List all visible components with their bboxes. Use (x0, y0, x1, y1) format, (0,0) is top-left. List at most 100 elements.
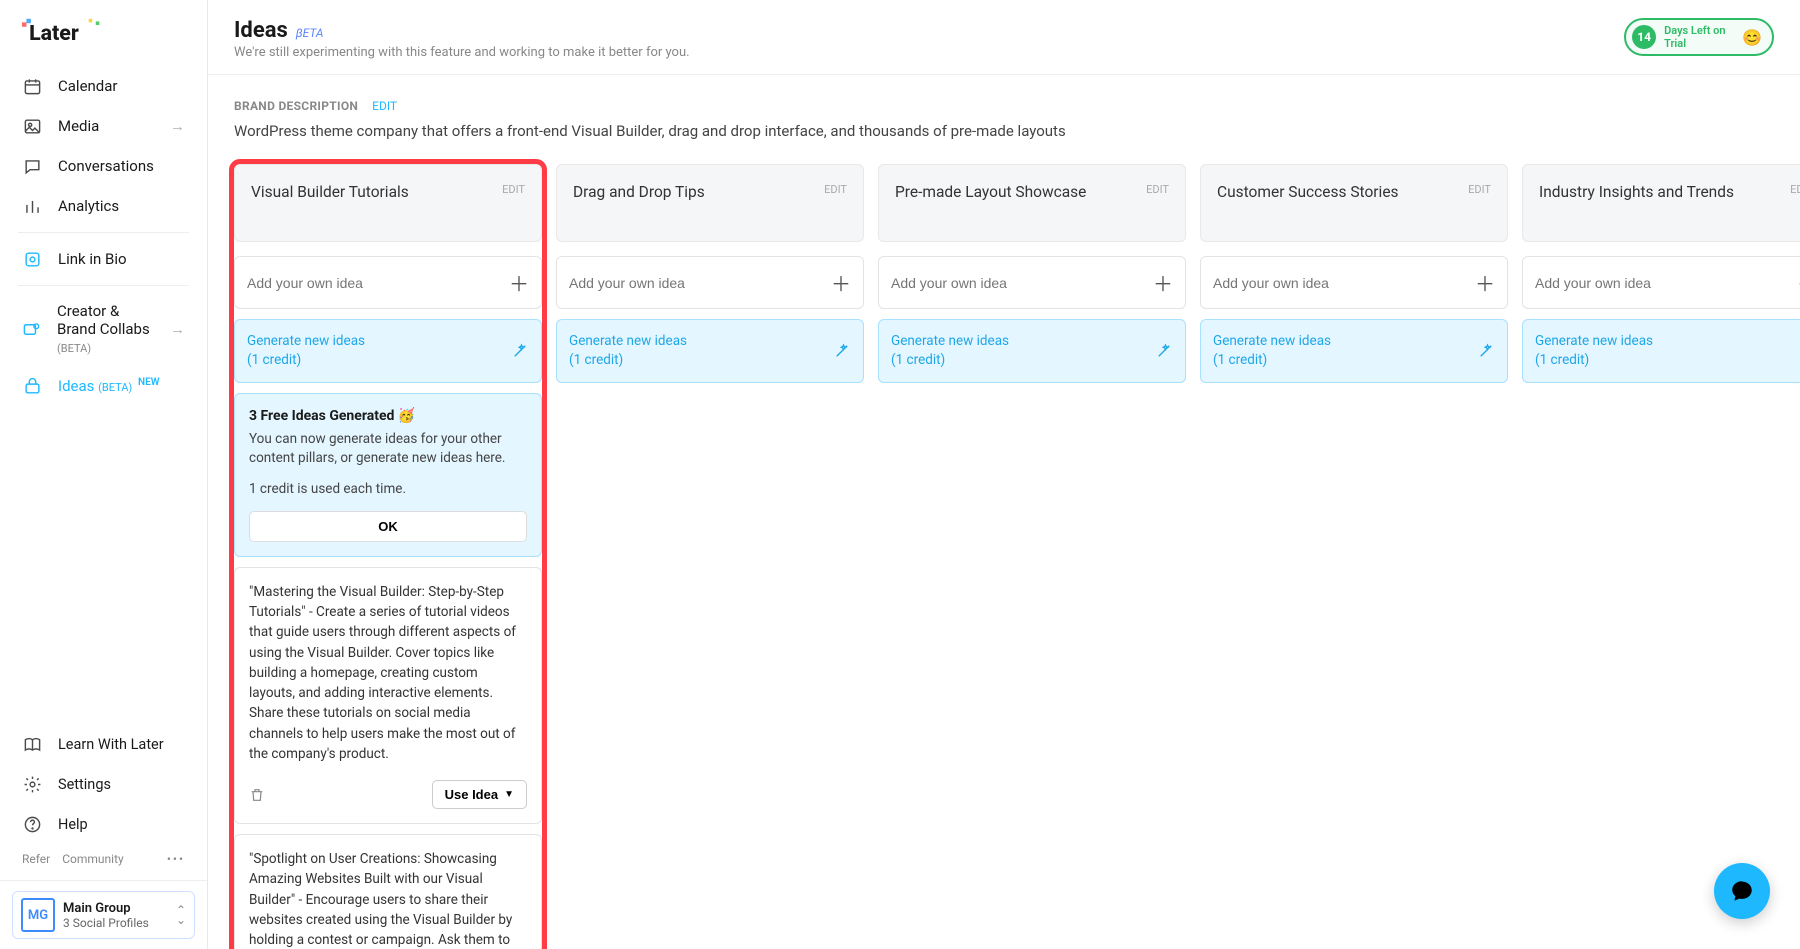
add-idea-input[interactable]: ＋ (878, 256, 1186, 309)
nav-label: Learn With Later (58, 736, 164, 753)
profile-sub: 3 Social Profiles (63, 916, 149, 930)
trial-pill[interactable]: 14 Days Left on Trial 😊 (1624, 18, 1774, 56)
wand-icon (511, 342, 529, 360)
tip-card: 3 Free Ideas Generated 🥳 You can now gen… (234, 393, 542, 557)
nav-conversations[interactable]: Conversations (0, 146, 207, 186)
idea-text: "Mastering the Visual Builder: Step-by-S… (249, 582, 527, 764)
column-title: Pre-made Layout Showcase (895, 183, 1086, 201)
wand-icon (1155, 342, 1173, 360)
linkinbio-icon (22, 249, 42, 269)
column-edit[interactable]: EDIT (1468, 183, 1491, 196)
brand-logo[interactable]: Later (0, 18, 207, 66)
tip-ok-button[interactable]: OK (249, 511, 527, 542)
nav-calendar[interactable]: Calendar (0, 66, 207, 106)
generate-ideas-button[interactable]: Generate new ideas(1 credit) (234, 319, 542, 383)
help-icon (22, 814, 42, 834)
add-idea-input[interactable]: ＋ (234, 256, 542, 309)
profile-name: Main Group (63, 901, 149, 916)
caret-down-icon: ▼ (504, 789, 514, 800)
collab-icon (22, 319, 41, 339)
nav-analytics[interactable]: Analytics (0, 186, 207, 226)
trial-days: 14 (1632, 25, 1656, 49)
nav-help[interactable]: Help (0, 804, 207, 844)
plus-icon[interactable]: ＋ (509, 268, 529, 297)
add-idea-input[interactable]: ＋ (1200, 256, 1508, 309)
chart-icon (22, 196, 42, 216)
main: Ideas βETA We're still experimenting wit… (208, 0, 1800, 949)
add-idea-field[interactable] (569, 275, 809, 291)
page-subtitle: We're still experimenting with this feat… (234, 45, 690, 60)
community-link[interactable]: Community (62, 852, 123, 866)
tip-title: 3 Free Ideas Generated 🥳 (249, 408, 527, 424)
idea-card: "Mastering the Visual Builder: Step-by-S… (234, 567, 542, 824)
column-header: Customer Success Stories EDIT (1200, 164, 1508, 242)
nav-label: Analytics (58, 197, 119, 215)
chat-icon (22, 156, 42, 176)
tip-note: 1 credit is used each time. (249, 481, 527, 497)
column-edit[interactable]: EDIT (1146, 183, 1169, 196)
add-idea-field[interactable] (891, 275, 1131, 291)
generate-ideas-button[interactable]: Generate new ideas(1 credit) (1200, 319, 1508, 383)
book-icon (22, 734, 42, 754)
nav-label: Creator & Brand Collabs (BETA) (57, 302, 154, 356)
nav-linkinbio[interactable]: Link in Bio (0, 239, 207, 279)
nav-label: Settings (58, 776, 111, 793)
generate-ideas-button[interactable]: Generate new ideas(1 credit) (1522, 319, 1800, 383)
idea-text: "Spotlight on User Creations: Showcasing… (249, 849, 527, 949)
nav-collabs[interactable]: Creator & Brand Collabs (BETA) → (0, 292, 207, 366)
column-title: Drag and Drop Tips (573, 183, 705, 201)
trash-icon[interactable] (249, 787, 265, 803)
nav-bottom: Learn With Later Settings Help Refer Com… (0, 724, 207, 939)
columns: Visual Builder Tutorials EDIT ＋ Generate… (234, 164, 1774, 949)
nav-ideas[interactable]: Ideas (BETA) NEW (0, 366, 207, 406)
refer-link[interactable]: Refer (22, 852, 50, 866)
profile-selector[interactable]: MG Main Group 3 Social Profiles ⌃⌄ (12, 891, 195, 939)
column-edit[interactable]: EDIT (502, 183, 525, 196)
arrow-right-icon: → (170, 117, 185, 135)
beta-tag: βETA (296, 26, 324, 40)
ideas-icon (22, 376, 42, 396)
nav-label: Conversations (58, 157, 154, 175)
page-title: Ideas (234, 18, 288, 43)
use-idea-button[interactable]: Use Idea▼ (432, 780, 527, 809)
nav-media[interactable]: Media → (0, 106, 207, 146)
column-title: Industry Insights and Trends (1539, 183, 1734, 201)
smile-icon: 😊 (1742, 28, 1762, 47)
topbar: Ideas βETA We're still experimenting wit… (208, 0, 1800, 75)
plus-icon[interactable]: ＋ (831, 268, 851, 297)
plus-icon[interactable]: ＋ (1475, 268, 1495, 297)
generate-ideas-button[interactable]: Generate new ideas(1 credit) (878, 319, 1186, 383)
add-idea-input[interactable]: ＋ (1522, 256, 1800, 309)
column-visual-builder: Visual Builder Tutorials EDIT ＋ Generate… (234, 164, 542, 949)
brand-desc-text: WordPress theme company that offers a fr… (234, 122, 1774, 140)
svg-text:Later: Later (29, 21, 79, 46)
arrow-right-icon: → (170, 320, 185, 338)
nav-label: Ideas (BETA) NEW (58, 377, 160, 395)
column-header: Visual Builder Tutorials EDIT (234, 164, 542, 242)
brand-desc-edit[interactable]: EDIT (372, 99, 397, 113)
image-icon (22, 116, 42, 136)
add-idea-field[interactable] (247, 275, 487, 291)
more-icon[interactable]: ••• (167, 852, 185, 866)
nav-label: Help (58, 816, 88, 833)
plus-icon[interactable]: ＋ (1153, 268, 1173, 297)
nav-label: Link in Bio (58, 250, 127, 268)
avatar: MG (21, 898, 55, 932)
column-title: Customer Success Stories (1217, 183, 1399, 201)
column-edit[interactable]: EDIT (824, 183, 847, 196)
generate-ideas-button[interactable]: Generate new ideas(1 credit) (556, 319, 864, 383)
column-header: Industry Insights and Trends EDIT (1522, 164, 1800, 242)
trial-label: Days Left on Trial (1664, 24, 1734, 50)
brand-desc-label: BRAND DESCRIPTION (234, 99, 358, 113)
calendar-icon (22, 76, 42, 96)
idea-card: "Spotlight on User Creations: Showcasing… (234, 834, 542, 949)
wand-icon (1477, 342, 1495, 360)
add-idea-input[interactable]: ＋ (556, 256, 864, 309)
column-edit[interactable]: EDIT (1790, 183, 1800, 196)
add-idea-field[interactable] (1213, 275, 1453, 291)
chat-fab[interactable] (1714, 863, 1770, 919)
nav-settings[interactable]: Settings (0, 764, 207, 804)
add-idea-field[interactable] (1535, 275, 1775, 291)
nav-learn[interactable]: Learn With Later (0, 724, 207, 764)
column-premade: Pre-made Layout Showcase EDIT ＋ Generate… (878, 164, 1186, 949)
